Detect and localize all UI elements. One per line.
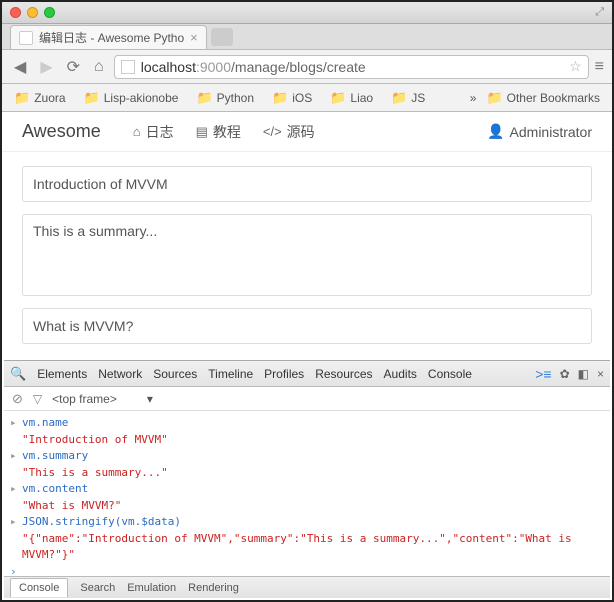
close-window-button[interactable] bbox=[10, 7, 21, 18]
filter-icon[interactable]: ▽ bbox=[33, 392, 42, 406]
address-bar[interactable]: localhost:9000/manage/blogs/create ☆ bbox=[114, 55, 589, 79]
console-output[interactable]: ▸vm.name "Introduction of MVVM" ▸vm.summ… bbox=[4, 411, 610, 576]
expand-arrow-icon[interactable]: ▸ bbox=[10, 415, 22, 432]
devtools-panel: 🔍 Elements Network Sources Timeline Prof… bbox=[4, 360, 610, 598]
overflow-icon[interactable]: » bbox=[470, 91, 477, 105]
bookmark-item[interactable]: 📁Liao bbox=[326, 88, 377, 108]
toggle-drawer-icon[interactable]: >≡ bbox=[535, 366, 551, 382]
other-bookmarks[interactable]: 📁Other Bookmarks bbox=[482, 88, 604, 108]
nav-link-source[interactable]: </>源码 bbox=[263, 122, 315, 142]
bookmarks-bar: 📁Zuora 📁Lisp-akionobe 📁Python 📁iOS 📁Liao… bbox=[2, 84, 612, 112]
folder-icon: 📁 bbox=[196, 90, 212, 106]
devtools-drawer-tabs: Console Search Emulation Rendering bbox=[4, 576, 610, 598]
console-result: "Introduction of MVVM" bbox=[10, 432, 604, 449]
user-icon: 👤 bbox=[487, 123, 504, 140]
console-cmd: vm.name bbox=[22, 415, 68, 432]
settings-gear-icon[interactable]: ✿ bbox=[560, 367, 570, 381]
browser-tabstrip: 编辑日志 - Awesome Pytho × bbox=[2, 24, 612, 50]
tab-timeline[interactable]: Timeline bbox=[208, 367, 253, 381]
fullscreen-icon[interactable]: ⤢ bbox=[595, 6, 604, 19]
close-devtools-icon[interactable]: × bbox=[597, 367, 604, 381]
inspect-icon[interactable]: 🔍 bbox=[10, 366, 26, 382]
folder-icon: 📁 bbox=[330, 90, 346, 106]
browser-tab[interactable]: 编辑日志 - Awesome Pytho × bbox=[10, 25, 207, 49]
admin-menu[interactable]: 👤Administrator bbox=[487, 123, 592, 140]
frame-selector[interactable]: <top frame>▾ bbox=[52, 392, 153, 406]
bookmark-item[interactable]: 📁Zuora bbox=[10, 88, 70, 108]
folder-icon: 📁 bbox=[486, 90, 502, 106]
folder-icon: 📁 bbox=[14, 90, 30, 106]
close-tab-icon[interactable]: × bbox=[190, 30, 198, 45]
dock-icon[interactable]: ◧ bbox=[578, 367, 589, 381]
page-content: Awesome ⌂日志 ▤教程 </>源码 👤Administrator Thi… bbox=[2, 112, 612, 358]
bookmark-item[interactable]: 📁Lisp-akionobe bbox=[80, 88, 183, 108]
tab-network[interactable]: Network bbox=[98, 367, 142, 381]
tab-console[interactable]: Console bbox=[428, 367, 472, 381]
tab-resources[interactable]: Resources bbox=[315, 367, 372, 381]
minimize-window-button[interactable] bbox=[27, 7, 38, 18]
tab-title: 编辑日志 - Awesome Pytho bbox=[39, 29, 184, 46]
summary-textarea[interactable]: This is a summary... bbox=[22, 214, 592, 296]
console-cmd: vm.summary bbox=[22, 448, 88, 465]
bookmarks-overflow: » 📁Other Bookmarks bbox=[470, 88, 604, 108]
console-cmd: JSON.stringify(vm.$data) bbox=[22, 514, 181, 531]
url-path: /manage/blogs/create bbox=[231, 59, 366, 75]
book-icon: ▤ bbox=[196, 124, 208, 140]
home-button[interactable]: ⌂ bbox=[90, 56, 108, 78]
bookmark-item[interactable]: 📁JS bbox=[387, 88, 429, 108]
console-result: "This is a summary..." bbox=[10, 465, 604, 482]
name-input[interactable] bbox=[22, 166, 592, 202]
expand-arrow-icon[interactable]: ▸ bbox=[10, 448, 22, 465]
console-cmd: vm.content bbox=[22, 481, 88, 498]
window-titlebar: ⤢ bbox=[2, 2, 612, 24]
folder-icon: 📁 bbox=[272, 90, 288, 106]
drawer-tab-rendering[interactable]: Rendering bbox=[188, 582, 239, 594]
blog-form: This is a summary... bbox=[2, 152, 612, 358]
folder-icon: 📁 bbox=[391, 90, 407, 106]
back-button[interactable]: ◀ bbox=[10, 55, 30, 79]
zoom-window-button[interactable] bbox=[44, 7, 55, 18]
site-navbar: Awesome ⌂日志 ▤教程 </>源码 👤Administrator bbox=[2, 112, 612, 152]
clear-console-icon[interactable]: ⊘ bbox=[12, 391, 23, 407]
url-text: localhost:9000/manage/blogs/create bbox=[141, 59, 366, 75]
traffic-lights bbox=[10, 7, 55, 18]
chrome-menu-button[interactable]: ≡ bbox=[595, 58, 604, 76]
folder-icon: 📁 bbox=[84, 90, 100, 106]
tab-sources[interactable]: Sources bbox=[153, 367, 197, 381]
drawer-tab-search[interactable]: Search bbox=[80, 582, 115, 594]
url-port: :9000 bbox=[196, 59, 231, 75]
bookmark-item[interactable]: 📁iOS bbox=[268, 88, 316, 108]
bookmark-item[interactable]: 📁Python bbox=[192, 88, 258, 108]
drawer-tab-console[interactable]: Console bbox=[10, 578, 68, 597]
prompt-icon: › bbox=[10, 564, 22, 577]
chevron-down-icon: ▾ bbox=[147, 392, 153, 406]
devtools-tabs: 🔍 Elements Network Sources Timeline Prof… bbox=[4, 361, 610, 387]
home-icon: ⌂ bbox=[133, 124, 141, 139]
url-host: localhost bbox=[141, 59, 196, 75]
bookmark-star-icon[interactable]: ☆ bbox=[569, 58, 582, 75]
console-result: "{"name":"Introduction of MVVM","summary… bbox=[10, 531, 604, 564]
nav-link-tutorials[interactable]: ▤教程 bbox=[196, 122, 241, 142]
page-favicon bbox=[19, 31, 33, 45]
code-icon: </> bbox=[263, 124, 282, 139]
tab-audits[interactable]: Audits bbox=[384, 367, 417, 381]
nav-link-blogs[interactable]: ⌂日志 bbox=[133, 122, 174, 142]
page-icon bbox=[121, 60, 135, 74]
tab-elements[interactable]: Elements bbox=[37, 367, 87, 381]
brand[interactable]: Awesome bbox=[22, 121, 101, 142]
drawer-tab-emulation[interactable]: Emulation bbox=[127, 582, 176, 594]
content-input[interactable] bbox=[22, 308, 592, 344]
browser-toolbar: ◀ ▶ ⟳ ⌂ localhost:9000/manage/blogs/crea… bbox=[2, 50, 612, 84]
console-filter-bar: ⊘ ▽ <top frame>▾ bbox=[4, 387, 610, 411]
tab-profiles[interactable]: Profiles bbox=[264, 367, 304, 381]
new-tab-button[interactable] bbox=[211, 28, 233, 46]
expand-arrow-icon[interactable]: ▸ bbox=[10, 481, 22, 498]
forward-button[interactable]: ▶ bbox=[36, 55, 56, 79]
expand-arrow-icon[interactable]: ▸ bbox=[10, 514, 22, 531]
reload-button[interactable]: ⟳ bbox=[63, 55, 84, 79]
console-result: "What is MVVM?" bbox=[10, 498, 604, 515]
